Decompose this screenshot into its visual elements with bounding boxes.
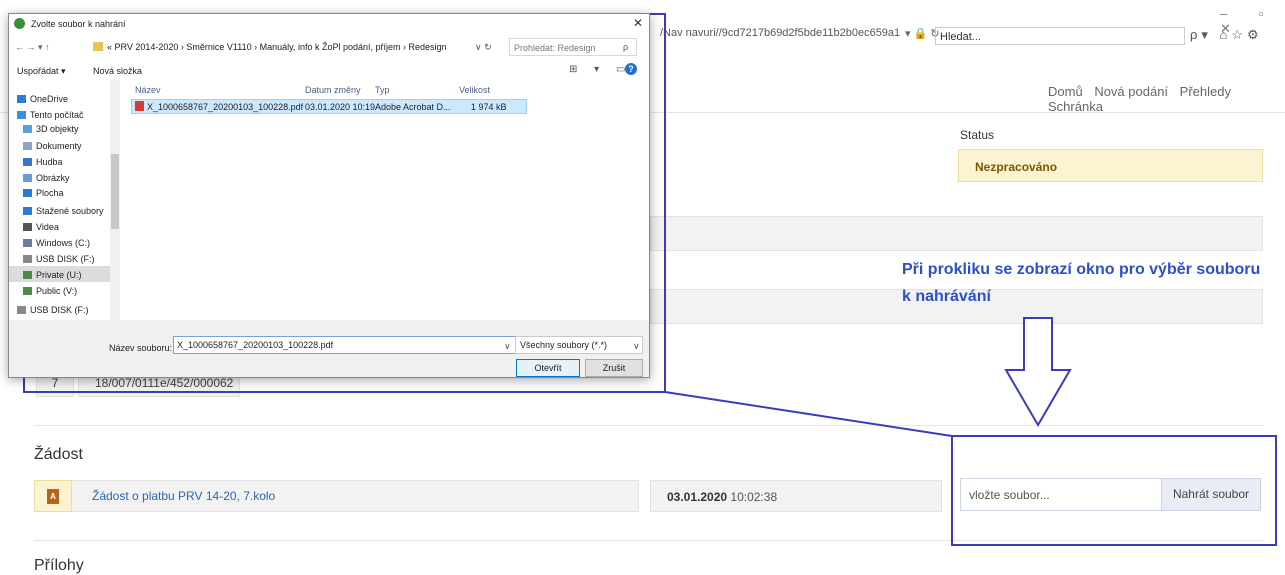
- section-title-prilohy: Přílohy: [34, 557, 84, 574]
- tree-item-label: Plocha: [36, 188, 64, 198]
- browser-search-input[interactable]: Hledat...: [935, 27, 1185, 45]
- column-header-date[interactable]: Datum změny: [305, 85, 361, 95]
- tree-item[interactable]: Public (V:): [23, 286, 77, 296]
- tree-item-label: Videa: [36, 222, 59, 232]
- annotation-arrow-down: [1004, 317, 1072, 427]
- tree-item-label: USB DISK (F:): [30, 305, 89, 315]
- status-label: Status: [960, 128, 995, 142]
- download-icon: [23, 207, 32, 215]
- column-header-type[interactable]: Typ: [375, 85, 390, 95]
- filename-label: Název souboru:: [109, 343, 173, 353]
- close-icon[interactable]: ✕: [633, 16, 643, 30]
- file-open-dialog: Zvolte soubor k nahrání ✕ ← → ▾ ↑ « PRV …: [8, 13, 650, 378]
- file-name[interactable]: X_1000658767_20200103_100228.pdf: [147, 102, 303, 112]
- path-dropdown-refresh[interactable]: ∨ ↻: [475, 42, 492, 53]
- tree-item-label: OneDrive: [30, 94, 69, 104]
- tree-item[interactable]: Tento počítač: [17, 110, 84, 120]
- tree-item-label: Windows (C:): [36, 238, 91, 248]
- column-header-size[interactable]: Velikost: [459, 85, 490, 95]
- open-button[interactable]: Otevřít: [516, 359, 580, 377]
- tree-item[interactable]: Private (U:): [23, 270, 82, 280]
- chevron-down-icon[interactable]: ∨: [504, 341, 511, 352]
- tree-item[interactable]: USB DISK (F:): [23, 254, 95, 264]
- tree-item-label: Obrázky: [36, 173, 70, 183]
- tree-item-label: Hudba: [36, 157, 63, 167]
- tree-item[interactable]: Windows (C:): [23, 238, 90, 248]
- window-controls[interactable]: – ▫ ✕: [1220, 6, 1285, 37]
- annotation-connector: [664, 391, 953, 437]
- file-date: 03.01.2020 10:19: [305, 102, 376, 112]
- time-value: 10:02:38: [730, 490, 778, 504]
- column-header-name[interactable]: Název: [135, 85, 161, 95]
- tree-item[interactable]: Hudba: [23, 157, 63, 167]
- cloud-icon: [17, 95, 26, 103]
- file-type: Adobe Acrobat D...: [375, 102, 451, 112]
- usb-icon: [23, 255, 32, 263]
- network-drive-icon: [23, 271, 32, 279]
- image-icon: [23, 174, 32, 182]
- search-icon[interactable]: ρ: [623, 42, 628, 52]
- help-icon[interactable]: ?: [625, 63, 637, 75]
- usb-icon: [17, 306, 26, 314]
- breadcrumb[interactable]: « PRV 2014-2020 › Směrnice V1110 › Manuá…: [107, 42, 447, 52]
- tree-item[interactable]: Videa: [23, 222, 59, 232]
- file-list: [121, 80, 649, 320]
- network-drive-icon: [23, 287, 32, 295]
- document-icon: [23, 142, 32, 150]
- pdf-file-icon: [135, 101, 144, 111]
- tree-item-label: USB DISK (F:): [36, 254, 95, 264]
- desktop-icon: [23, 189, 32, 197]
- file-type-filter[interactable]: Všechny soubory (*.*): [515, 336, 643, 354]
- pdf-icon-cell: A: [34, 480, 72, 512]
- tree-item[interactable]: OneDrive: [17, 94, 68, 104]
- tree-item-label: Public (V:): [36, 286, 78, 296]
- folder-icon: [93, 42, 103, 51]
- status-badge: Nezpracováno: [958, 149, 1263, 182]
- dialog-search-input[interactable]: Prohledat: Redesign: [509, 38, 637, 56]
- annotation-text: Při prokliku se zobrazí okno pro výběr s…: [902, 261, 1261, 305]
- tree-item-label: Private (U:): [36, 270, 82, 280]
- pdf-icon: A: [47, 489, 59, 504]
- music-icon: [23, 158, 32, 166]
- upload-button[interactable]: Nahrát soubor: [1161, 478, 1261, 511]
- file-size: 1 974 kB: [471, 102, 507, 112]
- tree-item-label: Tento počítač: [30, 110, 84, 120]
- top-nav: Domů Nová podání Přehledy Schránka: [1040, 84, 1285, 114]
- chevron-down-icon[interactable]: ∨: [633, 341, 640, 352]
- section-title-zadost: Žádost: [34, 446, 83, 463]
- document-link[interactable]: Žádost o platbu PRV 14-20, 7.kolo: [92, 489, 275, 503]
- document-date: 03.01.2020 10:02:38: [650, 480, 942, 512]
- date-value: 03.01.2020: [667, 490, 728, 504]
- nav-item-overviews[interactable]: Přehledy: [1180, 84, 1231, 99]
- tree-item[interactable]: Plocha: [23, 188, 64, 198]
- section-divider: [34, 540, 1263, 541]
- tree-item[interactable]: USB DISK (F:): [17, 305, 89, 315]
- drive-icon: [23, 239, 32, 247]
- cancel-button[interactable]: Zrušit: [585, 359, 643, 377]
- new-folder-button[interactable]: Nová složka: [93, 66, 142, 76]
- arrange-button[interactable]: Uspořádat ▾: [17, 66, 66, 77]
- view-controls[interactable]: ⊞ ▾ ▭: [569, 64, 632, 75]
- nav-item-new-submission[interactable]: Nová podání: [1094, 84, 1168, 99]
- section-divider: [34, 425, 1263, 426]
- tree-item[interactable]: Obrázky: [23, 173, 70, 183]
- tree-item[interactable]: Dokumenty: [23, 141, 82, 151]
- nav-item-home[interactable]: Domů: [1048, 84, 1083, 99]
- computer-icon: [17, 111, 26, 119]
- address-bar[interactable]: /Nav navuri//9cd7217b69d2f5bde11b2b0ec65…: [660, 27, 900, 47]
- filename-input[interactable]: X_1000658767_20200103_100228.pdf: [173, 336, 516, 354]
- cube-icon: [23, 125, 32, 133]
- tree-scrollbar-thumb[interactable]: [111, 154, 119, 229]
- tree-item-label: Dokumenty: [36, 141, 82, 151]
- dialog-title: Zvolte soubor k nahrání: [31, 19, 126, 29]
- tree-item-label: 3D objekty: [36, 124, 79, 134]
- video-icon: [23, 223, 32, 231]
- app-icon: [14, 18, 25, 29]
- upload-file-input[interactable]: vložte soubor...: [960, 478, 1162, 511]
- tree-item[interactable]: 3D objekty: [23, 124, 79, 134]
- tree-item[interactable]: Stažené soubory: [23, 206, 104, 216]
- tree-item-label: Stažené soubory: [36, 206, 104, 216]
- nav-arrows-icon[interactable]: ← → ▾ ↑: [15, 42, 50, 53]
- info-field: [650, 216, 1263, 251]
